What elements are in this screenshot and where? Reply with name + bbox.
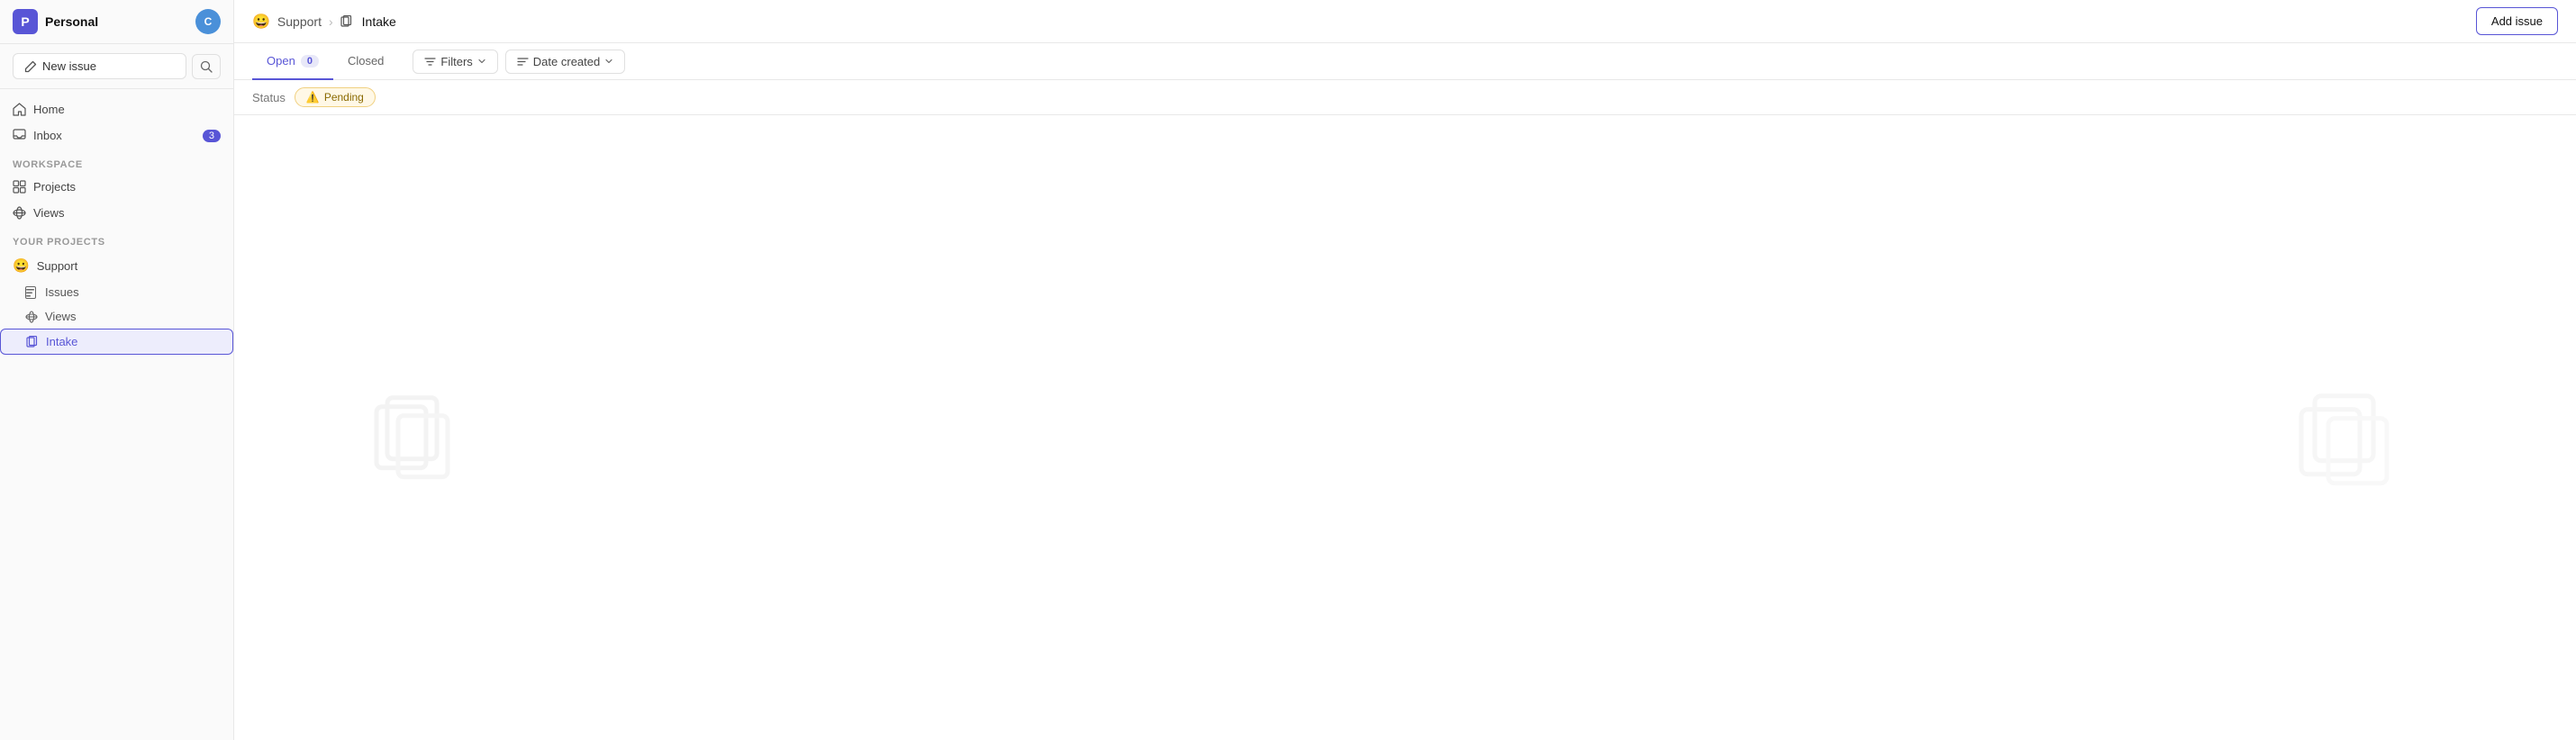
date-created-label: Date created xyxy=(533,55,600,68)
workspace-name: Personal xyxy=(45,14,98,29)
intake-label: Intake xyxy=(46,335,77,348)
sidebar-item-projects[interactable]: Projects xyxy=(0,174,233,200)
tab-closed[interactable]: Closed xyxy=(333,43,398,80)
top-bar: 😀 Support › Intake Add issue xyxy=(234,0,2576,43)
warning-icon: ⚠️ xyxy=(306,91,320,104)
edit-icon xyxy=(24,60,37,73)
home-icon xyxy=(13,103,26,116)
content-area: Open 0 Closed Filters xyxy=(234,43,2576,740)
inbox-badge: 3 xyxy=(203,130,221,142)
status-tag-label: Pending xyxy=(324,91,364,104)
sidebar-item-views[interactable]: Views xyxy=(0,200,233,226)
home-label: Home xyxy=(33,103,65,116)
breadcrumb-current: Intake xyxy=(362,14,396,29)
main-content: 😀 Support › Intake Add issue Open 0 Clos… xyxy=(234,0,2576,740)
date-created-button[interactable]: Date created xyxy=(505,50,625,74)
breadcrumb-emoji: 😀 xyxy=(252,13,270,31)
sidebar-item-intake[interactable]: Intake xyxy=(0,329,233,355)
sidebar-item-home[interactable]: Home xyxy=(0,96,233,122)
intake-breadcrumb-icon xyxy=(340,15,353,28)
workspace-logo[interactable]: P Personal xyxy=(13,9,98,34)
views-icon xyxy=(13,206,26,220)
intake-icon xyxy=(26,336,39,348)
workspace-logo-icon: P xyxy=(13,9,38,34)
your-projects-section-label: YOUR PROJECTS xyxy=(0,226,233,251)
support-emoji: 😀 xyxy=(13,257,30,274)
deco-left-icon xyxy=(369,391,450,483)
tab-closed-label: Closed xyxy=(348,54,384,68)
sidebar-item-support[interactable]: 😀 Support xyxy=(0,251,233,280)
tab-open-count: 0 xyxy=(301,55,319,68)
filters-button[interactable]: Filters xyxy=(413,50,497,74)
views-sub-label: Views xyxy=(45,310,76,323)
projects-label: Projects xyxy=(33,180,76,194)
status-label: Status xyxy=(252,91,286,104)
sidebar-item-issues[interactable]: Issues xyxy=(0,280,233,304)
status-tag-pending[interactable]: ⚠️ Pending xyxy=(295,87,376,107)
views-sub-icon xyxy=(25,311,38,323)
issues-icon xyxy=(25,286,38,299)
new-issue-button[interactable]: New issue xyxy=(13,53,186,79)
chevron-down-icon xyxy=(477,57,486,66)
inbox-icon xyxy=(13,129,26,142)
filter-icon xyxy=(424,56,436,68)
support-label: Support xyxy=(37,259,78,273)
deco-right-icon xyxy=(2297,387,2396,489)
sidebar-actions: New issue xyxy=(0,44,233,89)
main-body xyxy=(234,115,2576,740)
sidebar: P Personal C New issue Home xyxy=(0,0,234,740)
user-avatar[interactable]: C xyxy=(195,9,221,34)
sidebar-item-support-views[interactable]: Views xyxy=(0,304,233,329)
filters-label: Filters xyxy=(440,55,472,68)
tab-open-label: Open xyxy=(267,54,295,68)
breadcrumb-parent[interactable]: Support xyxy=(277,14,322,29)
sort-icon xyxy=(517,56,529,68)
breadcrumb-separator: › xyxy=(329,14,333,29)
tab-open[interactable]: Open 0 xyxy=(252,43,333,80)
search-button[interactable] xyxy=(192,54,221,79)
views-label: Views xyxy=(33,206,64,220)
projects-icon xyxy=(13,180,26,194)
status-filter-row: Status ⚠️ Pending xyxy=(234,80,2576,115)
breadcrumb: 😀 Support › Intake xyxy=(252,13,396,31)
sidebar-item-inbox[interactable]: Inbox 3 xyxy=(0,122,233,149)
workspace-section-label: WORKSPACE xyxy=(0,149,233,174)
inbox-label: Inbox xyxy=(33,129,62,142)
sidebar-header: P Personal C xyxy=(0,0,233,44)
issues-label: Issues xyxy=(45,285,79,299)
new-issue-label: New issue xyxy=(42,59,96,73)
add-issue-button[interactable]: Add issue xyxy=(2476,7,2558,35)
search-icon xyxy=(200,60,213,73)
chevron-down-2-icon xyxy=(604,57,613,66)
sidebar-nav: Home Inbox 3 WORKSPACE Projects xyxy=(0,89,233,362)
tabs-bar: Open 0 Closed Filters xyxy=(234,43,2576,80)
